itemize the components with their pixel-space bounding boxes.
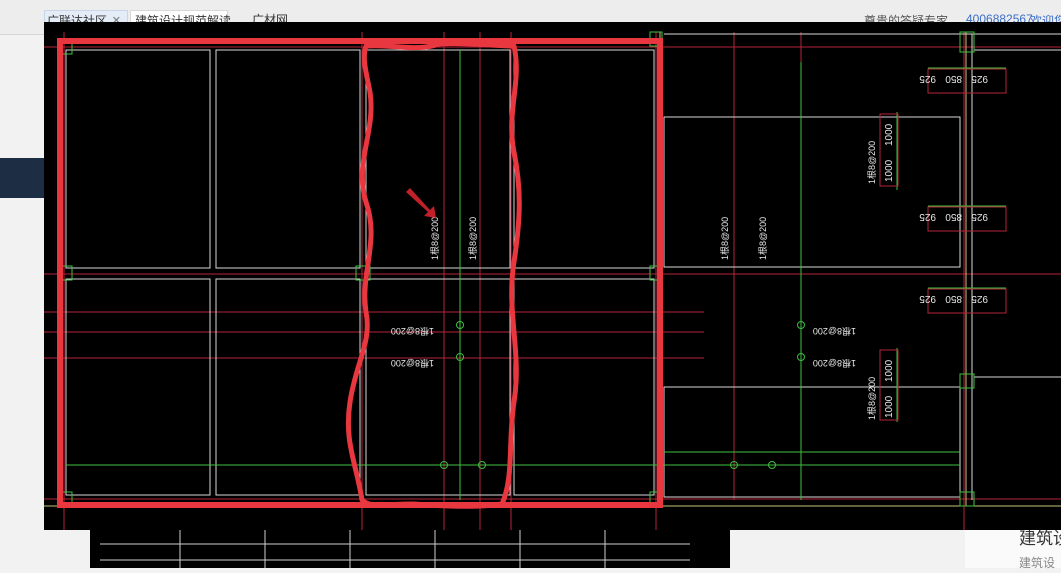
drawing-thumbnail[interactable]	[90, 530, 730, 568]
dimension-label: 850	[945, 73, 962, 84]
dimension-label: 925	[971, 293, 988, 304]
rebar-label: 1根8@200	[866, 141, 877, 184]
dimension-label: 1000	[884, 395, 895, 418]
dimension-label: 1000	[884, 159, 895, 182]
column-blocks	[59, 31, 975, 507]
thumbnail-drawing	[100, 530, 690, 568]
cad-drawing-image[interactable]: 1根8@200 1根8@200 1根8@200 1根8@200 1根8@200 …	[44, 22, 1061, 530]
dimension-label: 925	[919, 293, 936, 304]
rebar-label: 1根8@200	[813, 326, 856, 337]
rebar-annotations: 1根8@200 1根8@200 1根8@200 1根8@200 1根8@200 …	[391, 141, 877, 420]
rebar-label: 1根8@200	[391, 358, 434, 369]
rebar-label: 1根8@200	[757, 217, 768, 260]
dimension-label: 925	[919, 73, 936, 84]
rebar-label: 1根8@200	[391, 326, 434, 337]
dimension-frames	[879, 68, 1007, 421]
rebar-label: 1根8@200	[813, 358, 856, 369]
dimension-label: 925	[971, 211, 988, 222]
column-lines	[44, 32, 1061, 507]
rebar-markers	[440, 321, 805, 469]
rebar-label: 1根8@200	[429, 217, 440, 260]
dimension-label: 925	[971, 73, 988, 84]
dimension-label: 850	[945, 211, 962, 222]
rebar-label: 1根8@200	[467, 217, 478, 260]
rebar-label: 1根8@200	[866, 377, 877, 420]
sidebar-nav-block	[0, 158, 44, 198]
beam-outlines	[65, 33, 1061, 500]
dimension-label: 1000	[884, 359, 895, 382]
cad-canvas: 1根8@200 1根8@200 1根8@200 1根8@200 1根8@200 …	[44, 31, 1061, 530]
grid-lines	[44, 32, 1061, 530]
pointer-arrow-icon	[406, 188, 436, 218]
dimension-label: 850	[945, 293, 962, 304]
dimension-label: 925	[919, 211, 936, 222]
markup-freehand-outline	[345, 40, 522, 509]
page-subtitle: 建筑设	[1019, 556, 1056, 570]
dimension-label: 1000	[884, 123, 895, 146]
dimension-lines	[896, 67, 1006, 422]
rebar-label: 1根8@200	[719, 217, 730, 260]
